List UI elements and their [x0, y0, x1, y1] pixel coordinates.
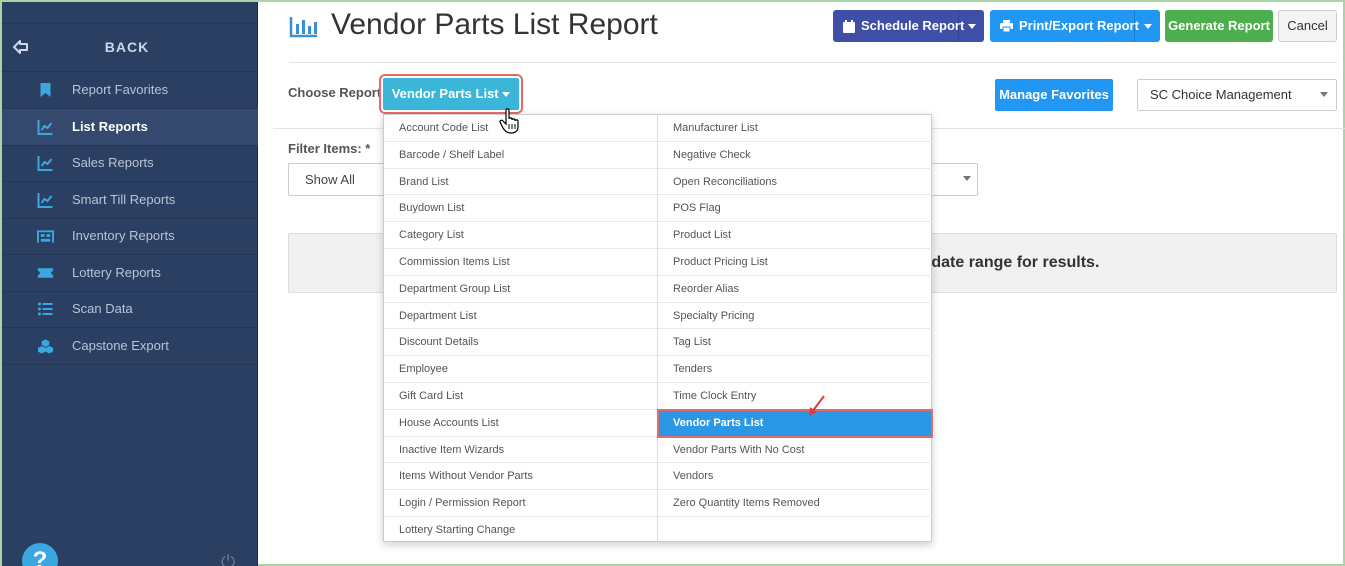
report-dropdown-column-2: Manufacturer List Negative Check Open Re… — [657, 115, 933, 517]
ticket-icon — [37, 268, 54, 278]
store-select[interactable]: SC Choice Management — [1137, 79, 1337, 111]
schedule-report-label: Schedule Report — [861, 18, 965, 33]
report-option[interactable]: Specialty Pricing — [658, 303, 932, 330]
sidebar-item-sales-reports[interactable]: Sales Reports — [2, 145, 258, 182]
chart-line-icon — [37, 193, 53, 208]
schedule-report-dropdown-toggle[interactable] — [958, 10, 984, 42]
report-option-selected[interactable]: Vendor Parts List — [657, 408, 933, 438]
chevron-down-icon — [1320, 92, 1328, 97]
sidebar-item-lottery-reports[interactable]: Lottery Reports — [2, 255, 258, 292]
report-option[interactable]: Product Pricing List — [658, 249, 932, 276]
report-option[interactable]: Gift Card List — [384, 383, 657, 410]
report-dropdown-column-1: Account Code List Barcode / Shelf Label … — [384, 115, 658, 544]
report-option[interactable]: Open Reconciliations — [658, 169, 932, 196]
cubes-icon — [37, 339, 54, 354]
back-button[interactable]: BACK — [2, 24, 258, 72]
report-option[interactable]: POS Flag — [658, 195, 932, 223]
report-option[interactable]: Department List — [384, 303, 657, 330]
sidebar-item-label: Sales Reports — [72, 155, 154, 170]
schedule-report-button[interactable]: Schedule Report — [833, 10, 984, 42]
report-dropdown-menu: Account Code List Barcode / Shelf Label … — [383, 114, 933, 544]
sidebar-item-inventory-reports[interactable]: Inventory Reports — [2, 218, 258, 255]
report-option[interactable]: Reorder Alias — [658, 276, 932, 303]
report-option[interactable]: Buydown List — [384, 195, 657, 223]
divider — [289, 62, 1337, 63]
caret-down-icon — [1143, 24, 1152, 30]
choose-report-selected: Vendor Parts List — [391, 86, 499, 101]
choose-report-label: Choose Report — [288, 85, 382, 100]
store-select-value: SC Choice Management — [1150, 87, 1292, 102]
sidebar-top-bar — [2, 2, 258, 24]
filter-items-label: Filter Items: * — [288, 141, 371, 156]
filter-items-value: Show All — [305, 172, 355, 187]
caret-down-icon — [967, 24, 976, 30]
info-message: e date range for results. — [918, 254, 1100, 271]
report-option[interactable]: Discount Details — [384, 329, 657, 357]
report-option[interactable]: Tenders — [658, 356, 932, 383]
report-option[interactable]: Vendor Parts With No Cost — [658, 437, 932, 464]
report-option[interactable]: Brand List — [384, 169, 657, 196]
chart-line-icon — [37, 120, 53, 135]
report-option[interactable]: Time Clock Entry — [658, 383, 932, 410]
help-button[interactable]: ? — [22, 543, 58, 566]
caret-down-icon — [502, 92, 511, 98]
report-option[interactable]: Commission Items List — [384, 249, 657, 276]
sidebar-item-label: Report Favorites — [72, 82, 169, 97]
report-option[interactable]: Items Without Vendor Parts — [384, 463, 657, 491]
sidebar-item-label: Inventory Reports — [72, 228, 175, 243]
sidebar-item-list-reports[interactable]: List Reports — [2, 109, 258, 146]
sidebar-item-label: Scan Data — [72, 301, 133, 316]
generate-report-button[interactable]: Generate Report — [1165, 10, 1273, 42]
power-icon[interactable]: ⏻ — [221, 552, 235, 566]
chart-line-icon — [37, 156, 53, 171]
report-option[interactable]: Employee — [384, 356, 657, 383]
chevron-down-icon — [963, 176, 971, 181]
sidebar-item-label: List Reports — [72, 119, 148, 134]
report-option[interactable]: Barcode / Shelf Label — [384, 142, 657, 169]
hand-pointer-icon — [499, 108, 519, 134]
report-option[interactable]: Tag List — [658, 329, 932, 357]
bookmark-icon — [40, 83, 51, 97]
calendar-icon — [843, 19, 855, 33]
manage-favorites-button[interactable]: Manage Favorites — [995, 79, 1113, 111]
bar-chart-icon — [289, 17, 317, 38]
report-option[interactable]: Category List — [384, 222, 657, 249]
printer-icon — [1000, 20, 1013, 32]
print-export-dropdown-toggle[interactable] — [1134, 10, 1160, 42]
back-label: BACK — [104, 39, 150, 55]
page-title: Vendor Parts List Report — [331, 8, 658, 41]
cancel-button[interactable]: Cancel — [1278, 10, 1337, 42]
sidebar-item-smart-till-reports[interactable]: Smart Till Reports — [2, 182, 258, 219]
list-icon — [38, 302, 53, 316]
report-option[interactable]: Manufacturer List — [658, 115, 932, 142]
report-option[interactable]: Inactive Item Wizards — [384, 437, 657, 464]
report-option[interactable]: Zero Quantity Items Removed — [658, 490, 932, 517]
report-option[interactable]: Vendors — [658, 463, 932, 491]
sidebar: BACK Report Favorites List Reports Sales… — [2, 2, 258, 566]
sidebar-item-report-favorites[interactable]: Report Favorites — [2, 72, 258, 109]
sidebar-item-label: Capstone Export — [72, 338, 169, 353]
print-export-report-button[interactable]: Print/Export Report — [990, 10, 1160, 42]
report-option[interactable]: Login / Permission Report — [384, 490, 657, 517]
sidebar-item-scan-data[interactable]: Scan Data — [2, 291, 258, 328]
choose-report-dropdown[interactable]: Vendor Parts List — [379, 74, 523, 114]
sidebar-item-label: Lottery Reports — [72, 265, 161, 280]
annotation-arrow-icon — [809, 395, 825, 416]
warehouse-icon — [37, 230, 54, 243]
report-option[interactable]: Product List — [658, 222, 932, 249]
print-export-report-label: Print/Export Report — [1019, 18, 1139, 33]
sidebar-item-label: Smart Till Reports — [72, 192, 176, 207]
report-option[interactable]: Lottery Starting Change — [384, 517, 657, 544]
sidebar-item-capstone-export[interactable]: Capstone Export — [2, 328, 258, 365]
report-option[interactable]: Department Group List — [384, 276, 657, 303]
report-option[interactable]: Negative Check — [658, 142, 932, 169]
report-option[interactable]: House Accounts List — [384, 410, 657, 437]
